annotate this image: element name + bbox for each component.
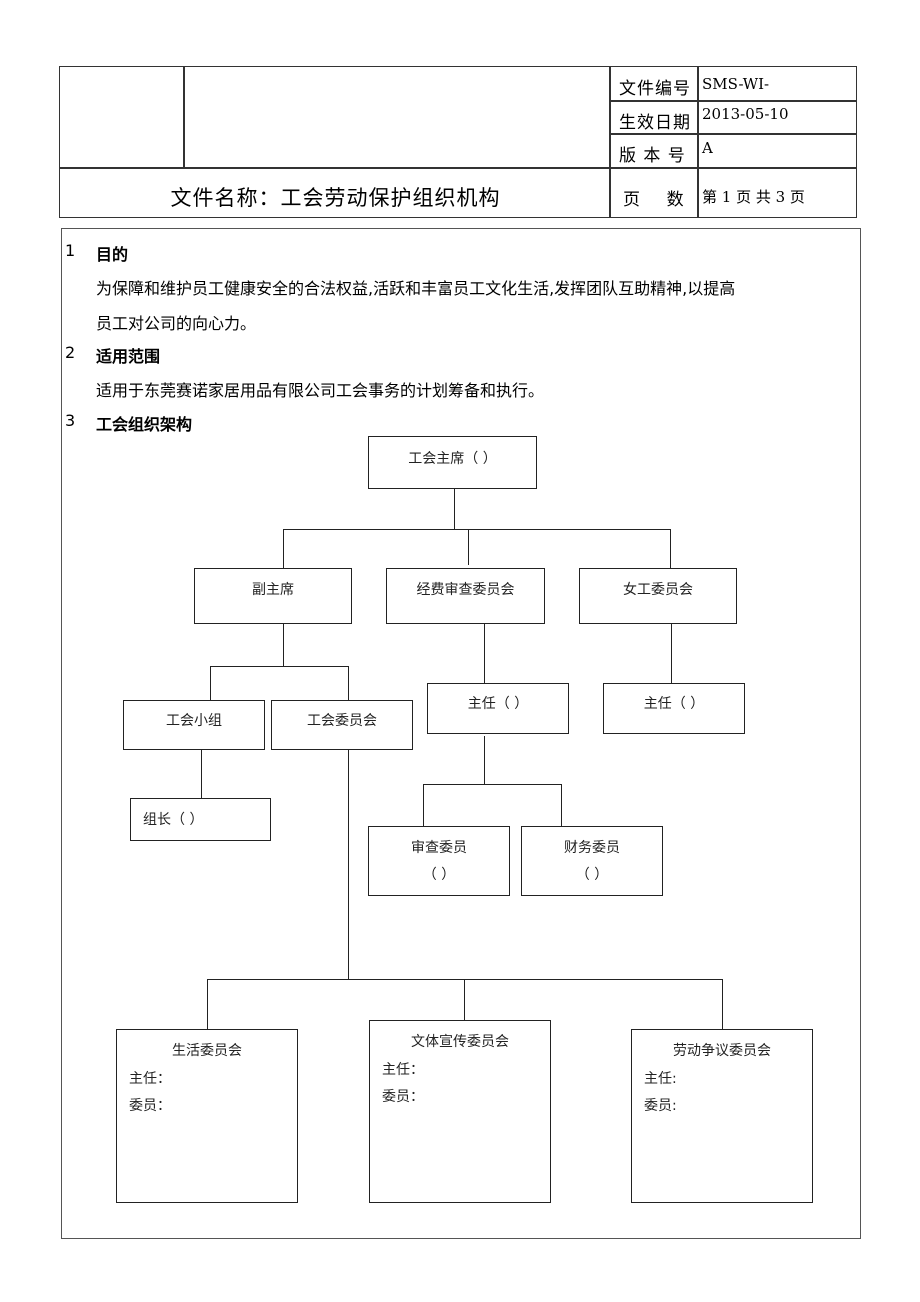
connector-line	[722, 979, 724, 1030]
committee-title: 劳动争议委员会	[673, 1043, 771, 1059]
connector-line	[283, 623, 285, 667]
divider	[609, 100, 857, 102]
committee-director-label: 主任：	[129, 1071, 171, 1087]
committee-director-label: 主任：	[382, 1062, 424, 1078]
company-name-cell	[184, 67, 609, 167]
section-number: 3	[65, 411, 76, 430]
version-label: 版 本 号	[619, 146, 686, 166]
divider	[609, 133, 857, 135]
divider	[697, 67, 699, 217]
connector-line	[671, 623, 673, 684]
org-node-label: 主任（ ）	[643, 696, 705, 712]
connector-line	[348, 666, 350, 700]
org-node-vice-chairman: 副主席	[194, 568, 352, 624]
section-title-org-structure: 工会组织架构	[96, 415, 193, 434]
section-title-purpose: 目的	[96, 245, 129, 264]
connector-line	[201, 749, 203, 799]
connector-line	[464, 979, 466, 1021]
connector-line	[283, 529, 671, 531]
purpose-text-line: 为保障和维护员工健康安全的合法权益,活跃和丰富员工文化生活,发挥团队互助精神,以…	[96, 279, 736, 298]
effective-date-value: 2013-05-10	[702, 105, 789, 123]
org-node-name-placeholder: （ ）	[422, 867, 456, 883]
org-node-name-placeholder: （ ）	[575, 867, 609, 883]
pages-label: 页 数	[623, 190, 685, 210]
org-node-audit-director: 主任（ ）	[427, 683, 569, 734]
connector-line	[423, 784, 425, 827]
org-node-label: 主任（ ）	[467, 696, 529, 712]
committee-title: 文体宣传委员会	[411, 1034, 509, 1050]
doc-number-label: 文件编号	[619, 79, 691, 99]
connector-line	[484, 736, 486, 785]
logo-cell	[60, 67, 183, 167]
section-title-scope: 适用范围	[96, 347, 161, 366]
document-title: 文件名称：工会劳动保护组织机构	[170, 186, 501, 210]
section-number: 1	[65, 241, 76, 260]
connector-line	[210, 666, 349, 668]
scope-text: 适用于东莞赛诺家居用品有限公司工会事务的计划筹备和执行。	[96, 381, 545, 400]
org-node-finance-member: 财务委员 （ ）	[521, 826, 663, 896]
committee-members-label: 委员：	[382, 1089, 424, 1105]
org-node-audit-committee: 经费审查委员会	[386, 568, 545, 624]
org-node-group-leader: 组长（ ）	[130, 798, 271, 841]
org-node-union-committee: 工会委员会	[271, 700, 413, 750]
committee-title: 生活委员会	[172, 1043, 242, 1059]
doc-number-value: SMS-WI-	[702, 75, 770, 93]
divider	[60, 167, 857, 169]
committee-members-label: 委员：	[129, 1098, 171, 1114]
org-node-culture-committee: 文体宣传委员会 主任： 委员：	[369, 1020, 551, 1203]
connector-line	[454, 488, 456, 530]
connector-line	[468, 529, 470, 565]
org-node-label: 女工委员会	[623, 582, 693, 598]
effective-date-label: 生效日期	[619, 113, 691, 133]
org-node-label: 经费审查委员会	[416, 582, 515, 598]
org-node-label: 组长（ ）	[143, 812, 204, 828]
org-node-women-director: 主任（ ）	[603, 683, 745, 734]
purpose-text-line: 员工对公司的向心力。	[96, 314, 257, 333]
connector-line	[348, 749, 350, 980]
pages-value: 第 1 页 共 3 页	[702, 188, 805, 206]
org-node-chairman: 工会主席（ ）	[368, 436, 537, 489]
document-header-table: 文件编号 SMS-WI- 生效日期 2013-05-10 版 本 号 A 页 数…	[59, 66, 857, 218]
org-node-label: 副主席	[252, 582, 294, 598]
org-node-label: 工会委员会	[307, 713, 377, 729]
connector-line	[561, 784, 563, 827]
committee-members-label: 委员:	[644, 1098, 677, 1114]
org-node-audit-member: 审查委员 （ ）	[368, 826, 510, 896]
connector-line	[670, 529, 672, 569]
org-node-labor-dispute-committee: 劳动争议委员会 主任: 委员:	[631, 1029, 813, 1203]
org-node-label: 工会小组	[166, 713, 222, 729]
connector-line	[207, 979, 209, 1030]
section-number: 2	[65, 343, 76, 362]
connector-line	[484, 623, 486, 684]
version-value: A	[702, 139, 713, 157]
committee-director-label: 主任:	[644, 1071, 677, 1087]
connector-line	[423, 784, 562, 786]
org-node-women-committee: 女工委员会	[579, 568, 737, 624]
connector-line	[210, 666, 212, 700]
org-node-union-group: 工会小组	[123, 700, 265, 750]
org-node-label: 工会主席（ ）	[408, 451, 497, 467]
org-node-life-committee: 生活委员会 主任： 委员：	[116, 1029, 298, 1203]
connector-line	[283, 529, 285, 569]
org-node-label: 财务委员	[564, 840, 620, 856]
org-node-label: 审查委员	[411, 840, 467, 856]
